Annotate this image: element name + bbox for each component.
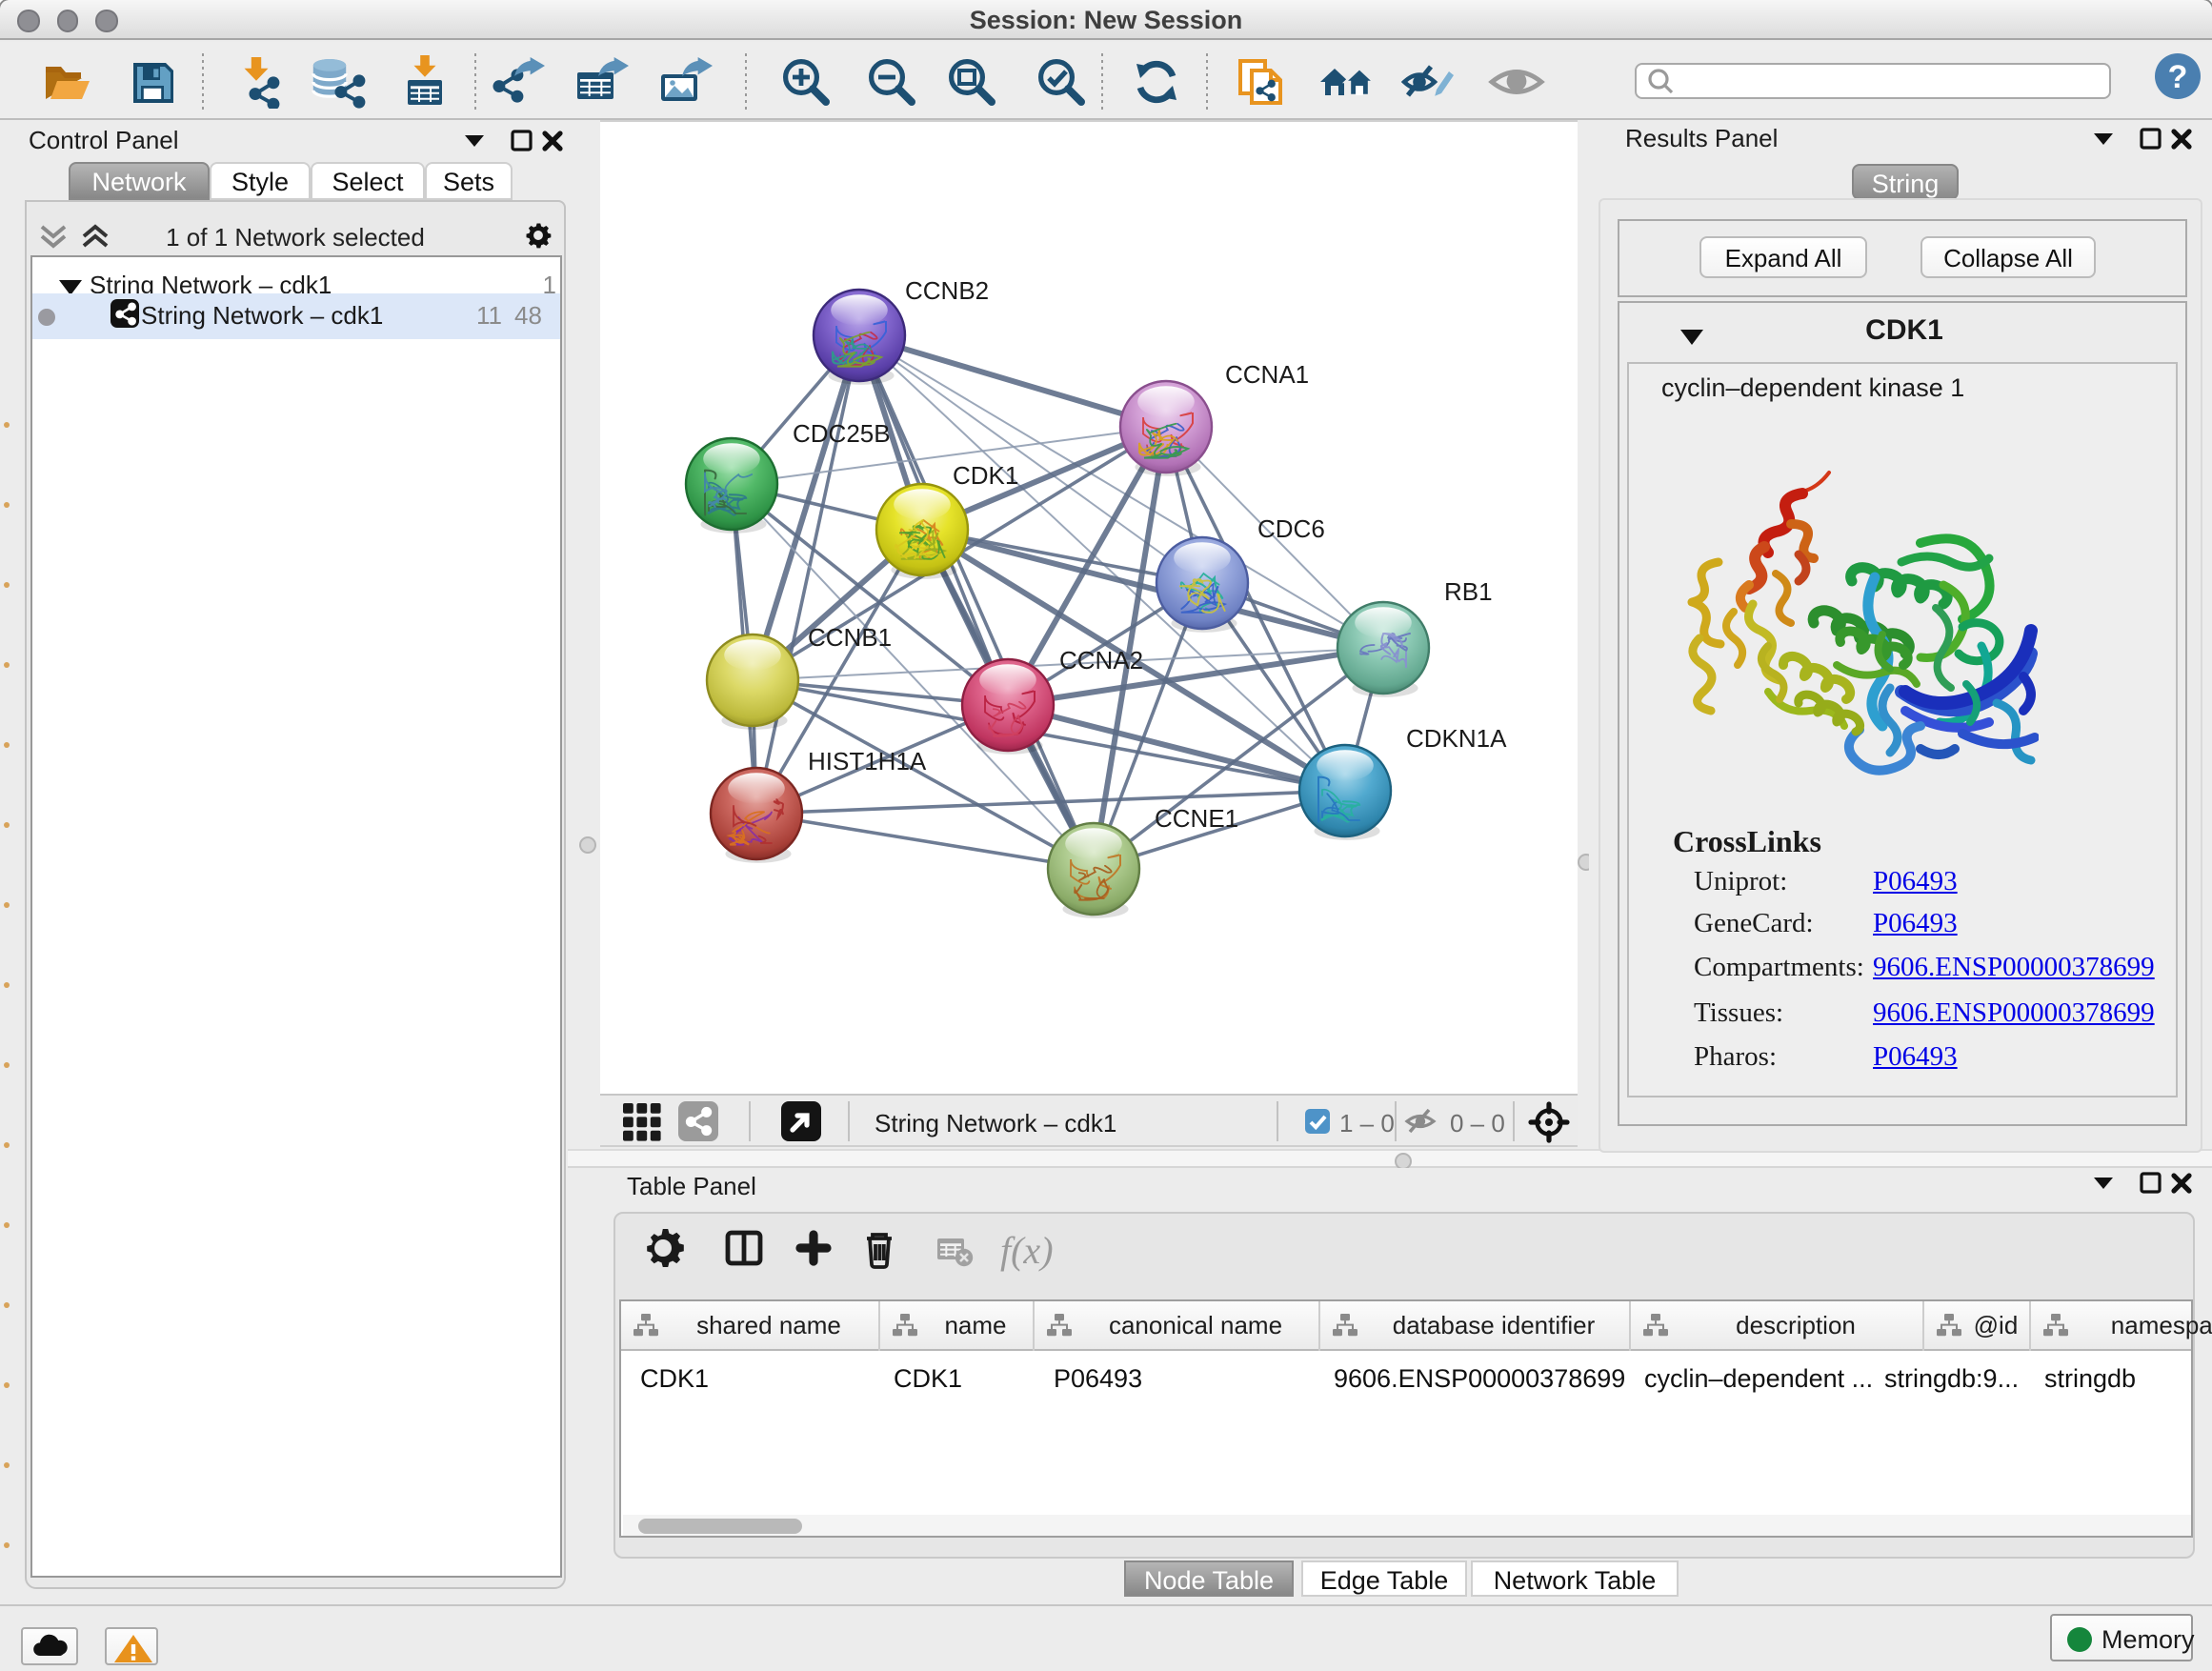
svg-text:CCNA1: CCNA1 [1225, 360, 1309, 389]
svg-text:CCNE1: CCNE1 [1155, 804, 1238, 833]
svg-text:CCNB1: CCNB1 [808, 623, 892, 652]
svg-text:HIST1H1A: HIST1H1A [808, 747, 927, 775]
svg-text:f(x): f(x) [1000, 1229, 1054, 1272]
svg-text:CDC6: CDC6 [1257, 514, 1325, 543]
svg-text:CCNB2: CCNB2 [905, 276, 989, 305]
svg-text:CCNA2: CCNA2 [1059, 646, 1143, 674]
svg-text:CDK1: CDK1 [953, 461, 1018, 490]
svg-text:CDKN1A: CDKN1A [1406, 724, 1507, 753]
svg-text:CDC25B: CDC25B [793, 419, 891, 448]
svg-text:?: ? [2168, 59, 2188, 95]
svg-text:RB1: RB1 [1444, 577, 1493, 606]
